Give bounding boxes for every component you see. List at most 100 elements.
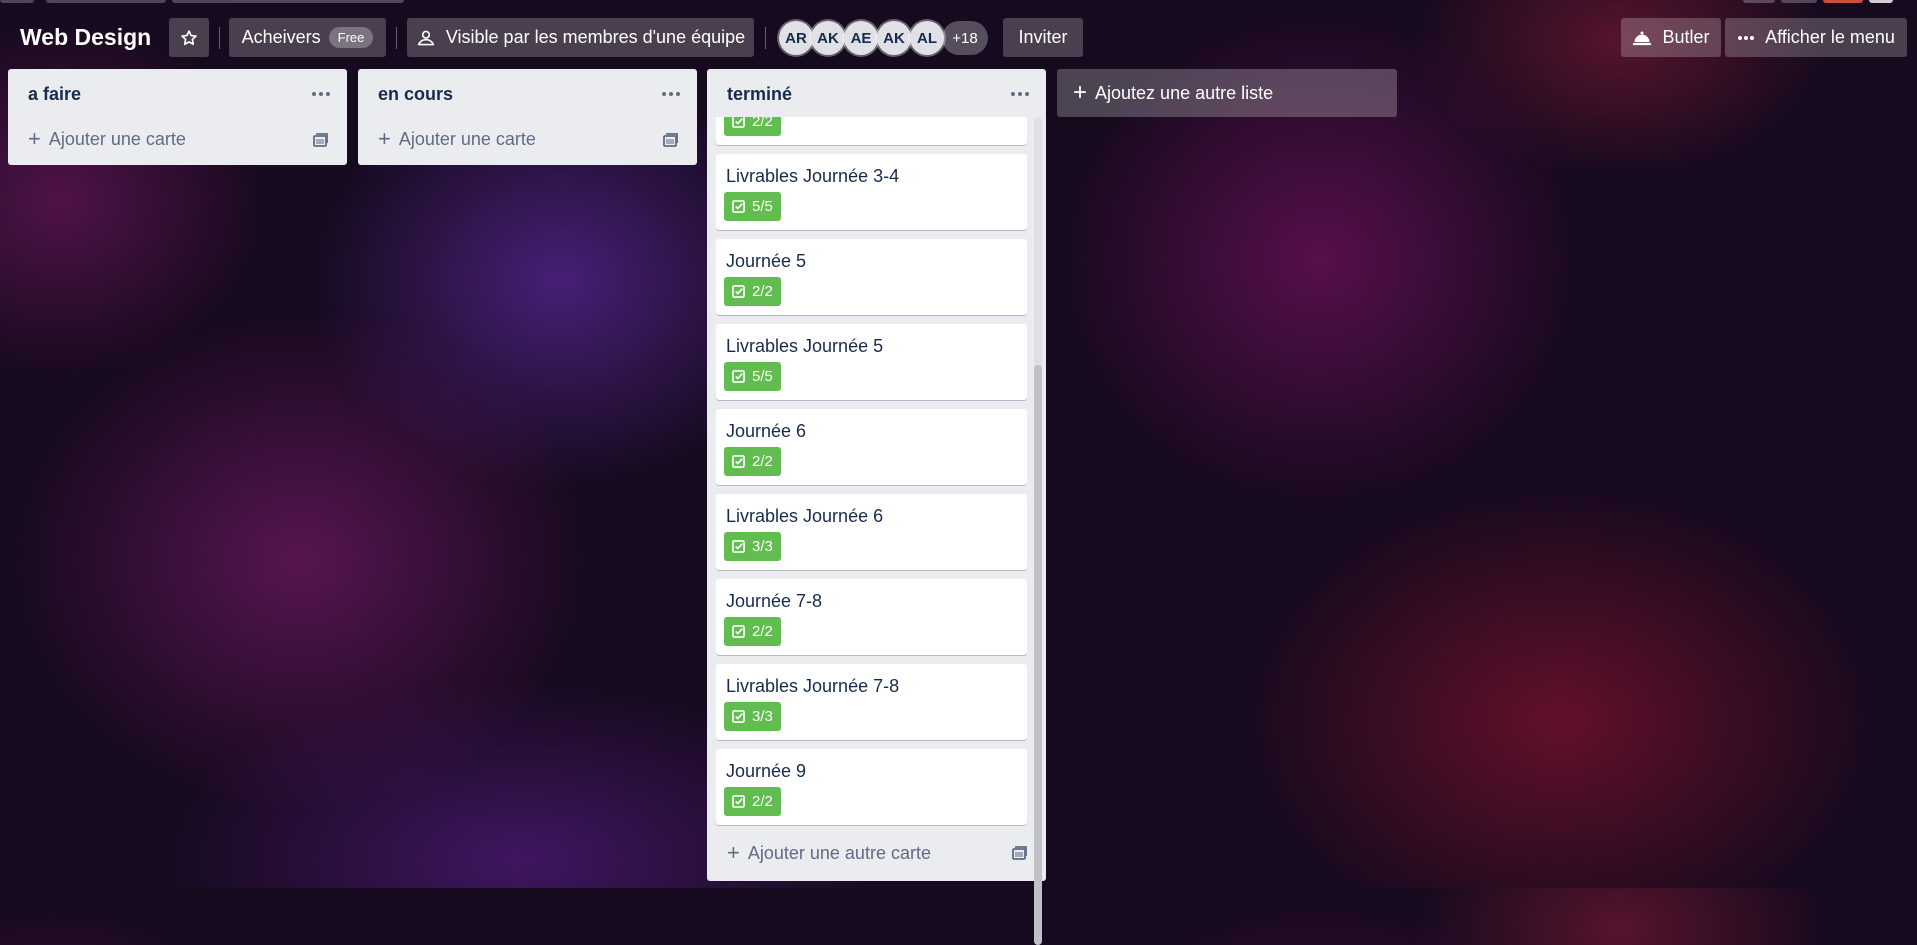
list-en-cours: en cours + Ajouter une carte [358,69,697,165]
team-visibility-icon [417,30,435,45]
list-title[interactable]: en cours [378,84,453,105]
card-title: Journée 6 [726,421,807,441]
ellipsis-icon[interactable] [661,91,681,97]
checklist-badge: 2/2 [724,117,781,136]
ellipsis-icon[interactable] [311,91,331,97]
add-card-label: Ajouter une carte [398,128,536,149]
card-list-scrollbar[interactable] [1034,117,1042,945]
checklist-badge: 5/5 [724,192,781,221]
top-tab-strip [1869,0,1893,3]
add-list-label: Ajoutez une autre liste [1095,82,1274,103]
show-menu-button[interactable]: Afficher le menu [1725,18,1907,57]
checklist-count: 2/2 [752,793,773,810]
header-divider [765,27,766,49]
card[interactable]: Journée 5 2/2 [716,239,1027,315]
top-tab-strip [1781,0,1817,3]
scrollbar-thumb[interactable] [1034,365,1042,945]
list-title[interactable]: a faire [28,84,81,105]
checklist-badge: 5/5 [724,362,781,391]
card-list: 2/2 Livrables Journée 3-4 5/5 Journée 5 [716,117,1029,896]
checklist-count: 2/2 [752,453,773,470]
checklist-icon [732,625,745,638]
star-icon [181,29,197,45]
member-avatar[interactable]: AL [910,21,944,55]
top-tab-strip [1743,0,1775,3]
list-termine: terminé 2/2 Livrables Journée 3-4 5/5 Jo… [707,69,1046,945]
card-title: Livrables Journée 7-8 [726,676,900,696]
card[interactable]: Livrables Journée 6 3/3 [716,494,1027,570]
plus-icon: + [727,840,740,865]
visibility-button[interactable]: Visible par les membres d'une équipe [407,18,754,57]
checklist-count: 2/2 [752,117,773,130]
workspace-name: Acheivers [241,27,321,47]
card[interactable]: Journée 7-8 2/2 [716,579,1027,655]
plus-icon: + [28,126,41,151]
star-button[interactable] [169,18,209,57]
checklist-badge: 3/3 [724,532,781,561]
card-template-icon[interactable] [1010,844,1028,862]
member-avatar[interactable]: AK [811,21,845,55]
workspace-button[interactable]: Acheivers Free [229,18,386,57]
plus-icon: + [378,126,391,151]
checklist-icon [732,285,745,298]
card-title: Journée 7-8 [726,591,823,611]
member-avatar[interactable]: AE [844,21,878,55]
checklist-badge: 2/2 [724,447,781,476]
checklist-icon [732,710,745,723]
add-card-button[interactable]: + Ajouter une carte [28,128,186,150]
card-title: Journée 5 [726,251,807,271]
card[interactable]: Livrables Journée 3-4 5/5 [716,154,1027,230]
card-title: Livrables Journée 3-4 [726,166,900,186]
more-members-button[interactable]: +18 [942,21,988,55]
checklist-icon [732,200,745,213]
list-a-faire: a faire + Ajouter une carte [8,69,347,165]
invite-button[interactable]: Inviter [1003,18,1083,57]
card-template-icon[interactable] [661,131,679,149]
ellipsis-icon[interactable] [1010,91,1030,97]
checklist-icon [732,370,745,383]
checklist-count: 5/5 [752,368,773,385]
checklist-count: 5/5 [752,198,773,215]
show-menu-label: Afficher le menu [1765,27,1895,47]
add-card-button[interactable]: + Ajouter une autre carte [727,842,931,864]
plus-icon: + [1073,79,1088,106]
checklist-count: 3/3 [752,708,773,725]
add-card-label: Ajouter une autre carte [747,842,931,863]
card[interactable]: Livrables Journée 5 5/5 [716,324,1027,400]
header-divider [396,27,397,49]
top-tab-strip [46,0,166,3]
member-avatar[interactable]: AR [779,21,813,55]
checklist-count: 2/2 [752,283,773,300]
card[interactable]: 2/2 [716,117,1027,145]
header-divider [219,27,220,49]
workspace-plan-badge: Free [328,27,374,48]
add-card-button[interactable]: + Ajouter une carte [378,128,536,150]
board-title[interactable]: Web Design [20,24,151,51]
butler-button[interactable]: Butler [1621,18,1721,57]
checklist-icon [732,117,745,128]
butler-label: Butler [1662,27,1710,47]
member-avatar[interactable]: AK [877,21,911,55]
top-tab-strip [172,0,404,3]
checklist-badge: 2/2 [724,787,781,816]
card-template-icon[interactable] [311,131,329,149]
checklist-count: 2/2 [752,623,773,640]
checklist-icon [732,455,745,468]
visibility-label: Visible par les membres d'une équipe [445,27,746,47]
checklist-icon [732,795,745,808]
list-title[interactable]: terminé [727,84,792,105]
butler-bell-icon [1633,31,1652,45]
card[interactable]: Livrables Journée 7-8 3/3 [716,664,1027,740]
checklist-badge: 2/2 [724,277,781,306]
checklist-badge: 3/3 [724,702,781,731]
top-tab-strip [0,0,34,3]
checklist-count: 3/3 [752,538,773,555]
card[interactable]: Journée 6 2/2 [716,409,1027,485]
ellipsis-icon [1738,35,1755,40]
checklist-badge: 2/2 [724,617,781,646]
card-title: Livrables Journée 6 [726,506,884,526]
add-list-button[interactable]: + Ajoutez une autre liste [1057,69,1397,117]
card[interactable]: Journée 9 2/2 [716,749,1027,825]
add-card-label: Ajouter une carte [48,128,186,149]
top-tab-strip [1823,0,1863,3]
